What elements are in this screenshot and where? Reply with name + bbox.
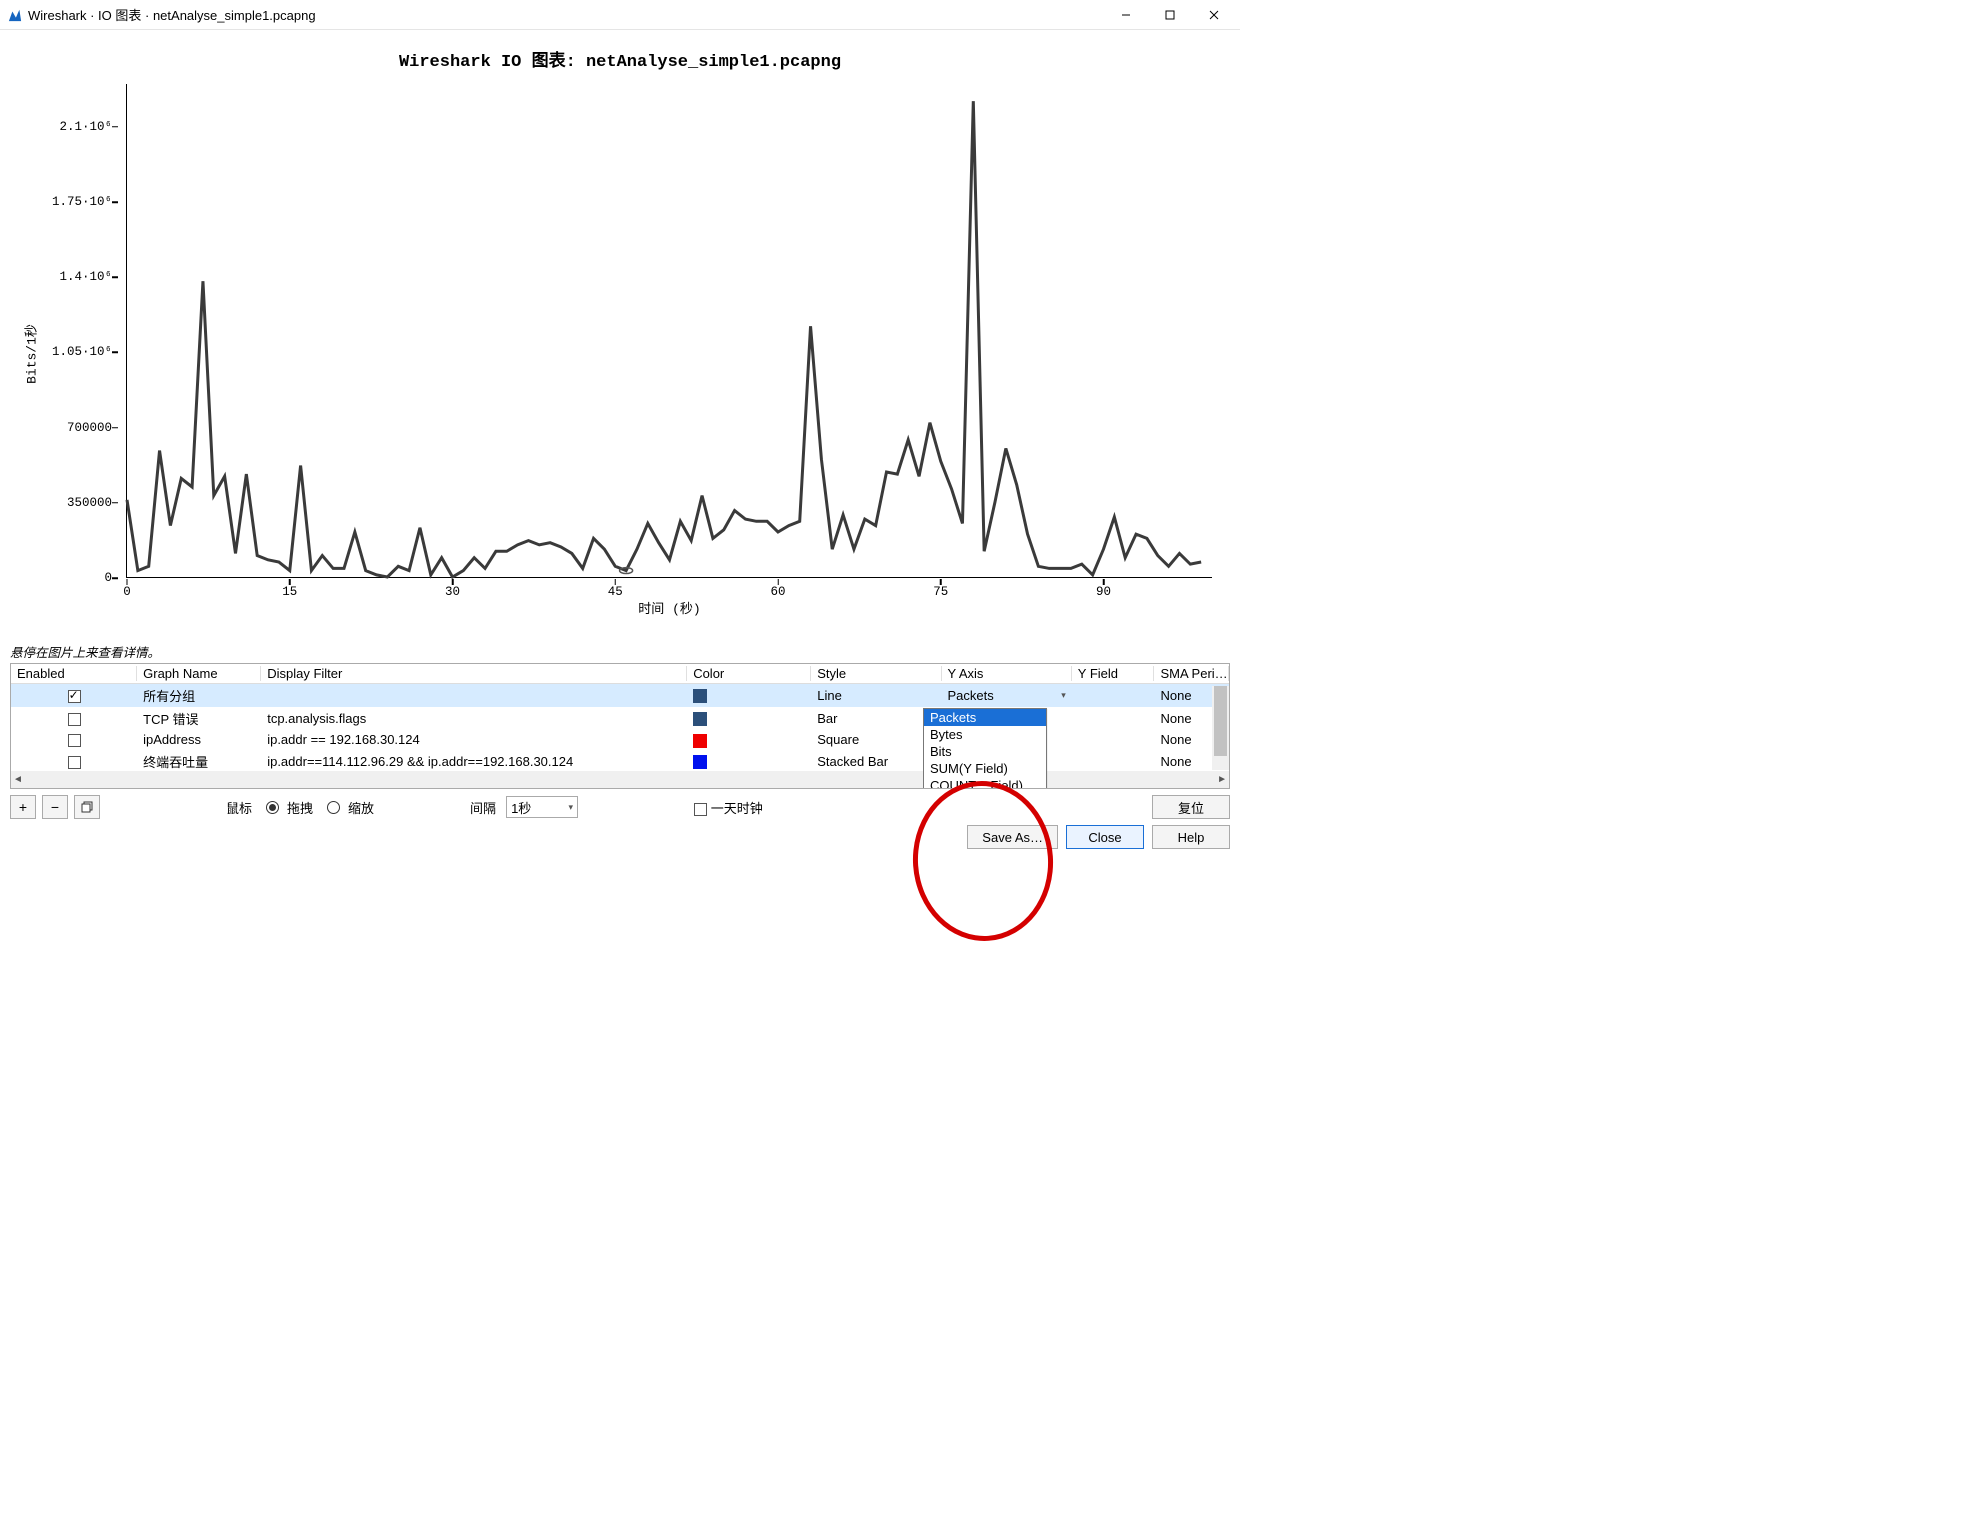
y-tick: 1.05·10⁶ bbox=[14, 345, 126, 359]
graph-name-cell[interactable]: 所有分组 bbox=[137, 684, 261, 708]
col-filter[interactable]: Display Filter bbox=[261, 664, 687, 684]
graph-name-cell[interactable]: ipAddress bbox=[137, 730, 261, 750]
display-filter-cell[interactable]: ip.addr==114.112.96.29 && ip.addr==192.1… bbox=[261, 750, 687, 773]
col-yfield[interactable]: Y Field bbox=[1072, 664, 1155, 684]
zoom-radio[interactable] bbox=[327, 801, 340, 814]
copy-graph-button[interactable] bbox=[74, 795, 100, 819]
table-row[interactable]: 所有分组LinePackets▾None bbox=[11, 684, 1229, 708]
zoom-label[interactable]: 缩放 bbox=[348, 798, 374, 817]
toolbar: + − 鼠标 拖拽 缩放 间隔 1秒▾ 一天时钟 复位 bbox=[0, 789, 1240, 823]
graph-table[interactable]: Enabled Graph Name Display Filter Color … bbox=[10, 663, 1230, 789]
chevron-down-icon: ▾ bbox=[1061, 690, 1066, 701]
reset-button[interactable]: 复位 bbox=[1152, 795, 1230, 819]
yfield-cell[interactable] bbox=[1072, 750, 1155, 773]
close-dialog-button[interactable]: Close bbox=[1066, 825, 1144, 849]
yfield-cell[interactable] bbox=[1072, 684, 1155, 708]
yfield-cell[interactable] bbox=[1072, 730, 1155, 750]
wireshark-logo-icon bbox=[8, 8, 22, 22]
tod-label[interactable]: 一天时钟 bbox=[711, 801, 763, 816]
display-filter-cell[interactable] bbox=[261, 684, 687, 708]
x-tick: 30 bbox=[445, 585, 460, 599]
drag-radio[interactable] bbox=[266, 801, 279, 814]
x-tick: 45 bbox=[608, 585, 623, 599]
plot-canvas[interactable]: 时间 (秒) 0153045607590 bbox=[126, 84, 1212, 578]
color-swatch[interactable] bbox=[693, 689, 707, 703]
x-tick: 15 bbox=[282, 585, 297, 599]
color-swatch[interactable] bbox=[693, 755, 707, 769]
plot-svg bbox=[127, 84, 1212, 577]
help-button[interactable]: Help bbox=[1152, 825, 1230, 849]
color-swatch[interactable] bbox=[693, 712, 707, 726]
y-tick: 2.1·10⁶ bbox=[14, 120, 126, 134]
yaxis-cell[interactable]: Packets▾ bbox=[942, 684, 1072, 708]
dropdown-option[interactable]: COUNT ...Field) bbox=[924, 777, 1046, 789]
minimize-button[interactable] bbox=[1104, 1, 1148, 29]
chevron-down-icon: ▾ bbox=[569, 802, 574, 813]
drag-label[interactable]: 拖拽 bbox=[287, 798, 313, 817]
chart-title: Wireshark IO 图表: netAnalyse_simple1.pcap… bbox=[14, 46, 1226, 72]
dropdown-option[interactable]: Bytes bbox=[924, 726, 1046, 743]
enabled-checkbox[interactable] bbox=[68, 713, 81, 726]
window: Wireshark · IO 图表 · netAnalyse_simple1.p… bbox=[0, 0, 1240, 859]
col-style[interactable]: Style bbox=[811, 664, 941, 684]
style-cell[interactable]: Square bbox=[811, 730, 941, 750]
col-name[interactable]: Graph Name bbox=[137, 664, 261, 684]
save-as-button[interactable]: Save As… bbox=[967, 825, 1058, 849]
style-cell[interactable]: Bar bbox=[811, 707, 941, 730]
window-title: Wireshark · IO 图表 · netAnalyse_simple1.p… bbox=[28, 5, 1104, 24]
y-tick: 700000 bbox=[14, 421, 126, 435]
copy-icon bbox=[81, 801, 94, 814]
col-sma[interactable]: SMA Peri… bbox=[1154, 664, 1229, 684]
tod-checkbox[interactable] bbox=[694, 803, 707, 816]
yaxis-dropdown[interactable]: PacketsBytesBitsSUM(Y Field)COUNT ...Fie… bbox=[923, 708, 1047, 789]
color-swatch[interactable] bbox=[693, 734, 707, 748]
mouse-label: 鼠标 bbox=[226, 798, 252, 817]
style-cell[interactable]: Stacked Bar bbox=[811, 750, 941, 773]
y-tick: 1.4·10⁶ bbox=[14, 270, 126, 284]
interval-label: 间隔 bbox=[470, 798, 496, 817]
interval-select[interactable]: 1秒▾ bbox=[506, 796, 578, 818]
table-header-row[interactable]: Enabled Graph Name Display Filter Color … bbox=[11, 664, 1229, 684]
chart-box[interactable]: Bits/1秒 时间 (秒) 0153045607590 03500007000… bbox=[14, 74, 1226, 634]
col-yaxis[interactable]: Y Axis bbox=[942, 664, 1072, 684]
titlebar[interactable]: Wireshark · IO 图表 · netAnalyse_simple1.p… bbox=[0, 0, 1240, 30]
enabled-checkbox[interactable] bbox=[68, 734, 81, 747]
dropdown-option[interactable]: Packets bbox=[924, 709, 1046, 726]
enabled-checkbox[interactable] bbox=[68, 690, 81, 703]
graph-name-cell[interactable]: TCP 错误 bbox=[137, 707, 261, 730]
x-tick: 75 bbox=[933, 585, 948, 599]
dropdown-option[interactable]: Bits bbox=[924, 743, 1046, 760]
x-tick: 60 bbox=[770, 585, 785, 599]
graph-name-cell[interactable]: 终端吞吐量 bbox=[137, 750, 261, 773]
y-tick: 350000 bbox=[14, 496, 126, 510]
col-enabled[interactable]: Enabled bbox=[11, 664, 137, 684]
maximize-button[interactable] bbox=[1148, 1, 1192, 29]
y-tick: 0 bbox=[14, 571, 126, 585]
display-filter-cell[interactable]: tcp.analysis.flags bbox=[261, 707, 687, 730]
table-vscrollbar[interactable] bbox=[1212, 686, 1229, 770]
close-button[interactable] bbox=[1192, 1, 1236, 29]
enabled-checkbox[interactable] bbox=[68, 756, 81, 769]
x-tick: 0 bbox=[123, 585, 131, 599]
col-color[interactable]: Color bbox=[687, 664, 811, 684]
yfield-cell[interactable] bbox=[1072, 707, 1155, 730]
remove-graph-button[interactable]: − bbox=[42, 795, 68, 819]
dropdown-option[interactable]: SUM(Y Field) bbox=[924, 760, 1046, 777]
style-cell[interactable]: Line bbox=[811, 684, 941, 708]
x-tick: 90 bbox=[1096, 585, 1111, 599]
display-filter-cell[interactable]: ip.addr == 192.168.30.124 bbox=[261, 730, 687, 750]
add-graph-button[interactable]: + bbox=[10, 795, 36, 819]
chart-area: Wireshark IO 图表: netAnalyse_simple1.pcap… bbox=[0, 30, 1240, 638]
y-tick: 1.75·10⁶ bbox=[14, 195, 126, 209]
hover-hint: 悬停在图片上来查看详情。 bbox=[0, 638, 1240, 663]
x-axis-label: 时间 (秒) bbox=[638, 598, 700, 617]
bottom-button-row: Save As… Close Help bbox=[0, 823, 1240, 859]
